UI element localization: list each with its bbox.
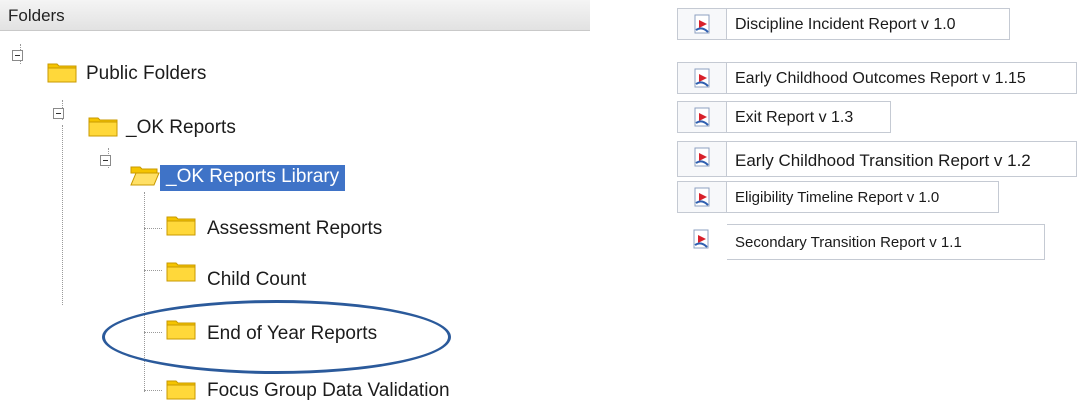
report-label: Secondary Transition Report v 1.1 — [735, 234, 962, 251]
folders-header-title: Folders — [8, 6, 65, 25]
report-label: Discipline Incident Report v 1.0 — [735, 16, 956, 33]
folders-panel: Folders Public Folders _OK Reports _OK R… — [0, 0, 590, 406]
tree-connector — [144, 228, 162, 229]
report-label: Early Childhood Transition Report v 1.2 — [735, 151, 1031, 170]
report-icon — [677, 62, 727, 94]
collapse-toggle-public-folders[interactable] — [12, 50, 23, 61]
report-icon — [677, 224, 727, 260]
tree-connector — [144, 192, 145, 392]
tree-connector — [144, 270, 162, 271]
tree-connector — [62, 125, 63, 305]
folder-icon — [47, 63, 77, 83]
collapse-toggle-ok-reports-library[interactable] — [100, 155, 111, 166]
tree-node-ok-reports[interactable]: _OK Reports — [126, 117, 236, 139]
tree-node-ok-reports-library[interactable]: _OK Reports Library — [160, 165, 346, 191]
report-icon — [677, 181, 727, 213]
folder-icon — [166, 380, 196, 400]
report-icon — [677, 101, 727, 133]
tree-node-public-folders[interactable]: Public Folders — [86, 63, 206, 85]
report-icon — [677, 8, 727, 40]
tree-connector — [144, 390, 162, 391]
tree-node-child-count[interactable]: Child Count — [207, 269, 306, 291]
report-icon — [677, 141, 727, 177]
open-folder-icon — [130, 166, 160, 186]
folder-icon — [166, 216, 196, 236]
tree-node-assessment-reports[interactable]: Assessment Reports — [207, 218, 382, 240]
folder-icon — [88, 117, 118, 137]
report-label: Eligibility Timeline Report v 1.0 — [735, 189, 940, 206]
folder-icon — [166, 262, 196, 282]
collapse-toggle-ok-reports[interactable] — [53, 108, 64, 119]
highlight-circle — [102, 300, 451, 374]
tree-node-focus-group-data-validation[interactable]: Focus Group Data Validation — [207, 380, 450, 402]
report-label: Exit Report v 1.3 — [735, 109, 854, 126]
report-label: Early Childhood Outcomes Report v 1.15 — [735, 70, 1026, 87]
folders-header: Folders — [0, 0, 590, 31]
